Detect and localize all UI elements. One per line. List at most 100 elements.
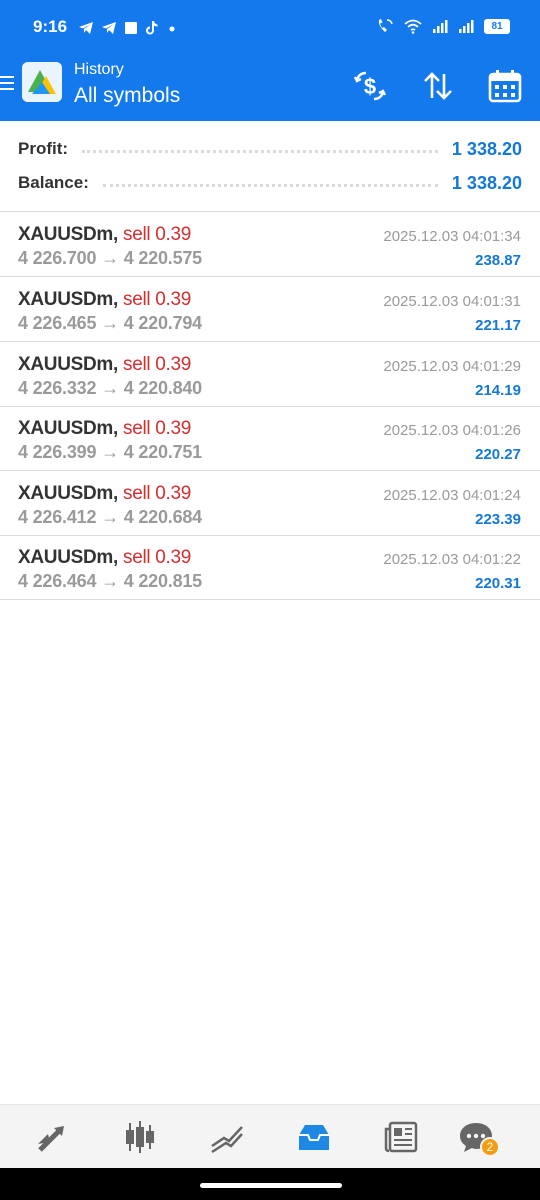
trade-symbol-line: XAUUSDm, sell 0.39: [18, 224, 191, 246]
trade-side: sell 0.39: [123, 418, 192, 439]
dot-icon: [169, 26, 175, 32]
trade-symbol-line: XAUUSDm, sell 0.39: [18, 289, 191, 311]
trade-side: sell 0.39: [123, 483, 192, 504]
balance-row: Balance: 1 338.20: [18, 170, 522, 196]
trade-row[interactable]: XAUUSDm, sell 0.39 4 226.465 → 4 220.794…: [0, 277, 540, 342]
open-price: 4 226.399: [18, 442, 97, 462]
status-bar: 9:16 81: [0, 0, 540, 56]
trade-symbol: XAUUSDm,: [18, 224, 119, 245]
screen-title[interactable]: All symbols: [74, 84, 180, 108]
trade-side: sell 0.39: [123, 289, 192, 310]
trade-prices: 4 226.332 → 4 220.840: [18, 378, 202, 399]
trade-profit: 238.87: [475, 252, 521, 269]
open-price: 4 226.412: [18, 507, 97, 527]
trade-time: 2025.12.03 04:01:22: [383, 551, 521, 568]
trade-prices: 4 226.465 → 4 220.794: [18, 313, 202, 334]
trade-icon[interactable]: [209, 1119, 245, 1155]
balance-value: 1 338.20: [451, 172, 522, 193]
system-navigation-bar: [0, 1168, 540, 1200]
trade-profit: 220.27: [475, 446, 521, 463]
menu-icon[interactable]: [0, 76, 14, 92]
news-icon[interactable]: [383, 1119, 419, 1155]
trade-prices: 4 226.399 → 4 220.751: [18, 442, 202, 463]
open-price: 4 226.464: [18, 571, 97, 591]
system-icons: 81: [376, 18, 510, 34]
close-price: 4 220.794: [123, 313, 202, 333]
battery-indicator: 81: [484, 18, 510, 34]
trade-profit: 220.31: [475, 575, 521, 592]
open-price: 4 226.700: [18, 248, 97, 268]
wifi-icon: [404, 19, 422, 34]
screen-subtitle: History: [74, 61, 124, 78]
trade-side: sell 0.39: [123, 224, 192, 245]
history-summary: Profit: 1 338.20 Balance: 1 338.20: [0, 121, 540, 212]
trade-symbol-line: XAUUSDm, sell 0.39: [18, 483, 191, 505]
trade-profit: 214.19: [475, 382, 521, 399]
sort-icon[interactable]: [420, 68, 456, 104]
trade-symbol: XAUUSDm,: [18, 483, 119, 504]
close-price: 4 220.840: [123, 378, 202, 398]
wifi-calling-icon: [378, 19, 393, 32]
home-gesture-handle[interactable]: [200, 1183, 342, 1188]
trade-profit: 221.17: [475, 317, 521, 334]
price-arrow: →: [101, 378, 119, 398]
trade-symbol: XAUUSDm,: [18, 354, 119, 375]
trade-time: 2025.12.03 04:01:31: [383, 293, 521, 310]
open-price: 4 226.465: [18, 313, 97, 333]
profit-row: Profit: 1 338.20: [18, 136, 522, 162]
bottom-navigation: 2: [0, 1104, 540, 1168]
price-arrow: →: [101, 248, 119, 268]
trade-row[interactable]: XAUUSDm, sell 0.39 4 226.412 → 4 220.684…: [0, 471, 540, 536]
trade-row[interactable]: XAUUSDm, sell 0.39 4 226.464 → 4 220.815…: [0, 535, 540, 600]
trade-symbol-line: XAUUSDm, sell 0.39: [18, 547, 191, 569]
trade-time: 2025.12.03 04:01:26: [383, 422, 521, 439]
telegram-icon: [102, 22, 116, 34]
trade-row[interactable]: XAUUSDm, sell 0.39 4 226.700 → 4 220.575…: [0, 212, 540, 277]
price-arrow: →: [101, 507, 119, 527]
trade-symbol: XAUUSDm,: [18, 289, 119, 310]
trade-time: 2025.12.03 04:01:29: [383, 358, 521, 375]
trade-symbol: XAUUSDm,: [18, 547, 119, 568]
trade-side: sell 0.39: [123, 354, 192, 375]
trade-symbol-line: XAUUSDm, sell 0.39: [18, 354, 191, 376]
close-price: 4 220.684: [123, 507, 202, 527]
trade-prices: 4 226.464 → 4 220.815: [18, 571, 202, 592]
close-price: 4 220.815: [123, 571, 202, 591]
signal-icon: [433, 19, 448, 33]
price-arrow: →: [101, 313, 119, 333]
deposit-withdraw-icon[interactable]: $: [352, 68, 388, 104]
trade-symbol: XAUUSDm,: [18, 418, 119, 439]
close-price: 4 220.575: [123, 248, 202, 268]
trade-profit: 223.39: [475, 511, 521, 528]
trade-side: sell 0.39: [123, 547, 192, 568]
messages-button[interactable]: 2: [458, 1119, 500, 1157]
telegram-icon: [79, 22, 93, 34]
trade-time: 2025.12.03 04:01:24: [383, 487, 521, 504]
quotes-icon[interactable]: [35, 1119, 71, 1155]
price-arrow: →: [101, 442, 119, 462]
app-logo: [22, 62, 62, 102]
open-price: 4 226.332: [18, 378, 97, 398]
price-arrow: →: [101, 571, 119, 591]
app-bar: History All symbols $: [0, 56, 540, 121]
chart-icon[interactable]: [122, 1119, 158, 1155]
close-price: 4 220.751: [123, 442, 202, 462]
profit-label: Profit:: [18, 139, 69, 158]
history-icon[interactable]: [296, 1119, 332, 1155]
dotted-leader: [82, 149, 438, 153]
trade-row[interactable]: XAUUSDm, sell 0.39 4 226.399 → 4 220.751…: [0, 406, 540, 471]
trade-row[interactable]: XAUUSDm, sell 0.39 4 226.332 → 4 220.840…: [0, 342, 540, 407]
trade-symbol-line: XAUUSDm, sell 0.39: [18, 418, 191, 440]
tiktok-icon: [146, 21, 158, 35]
signal-icon: [459, 19, 474, 33]
status-time: 9:16: [33, 17, 68, 36]
calendar-icon[interactable]: [487, 68, 523, 104]
dotted-leader: [102, 183, 438, 187]
trade-time: 2025.12.03 04:01:34: [383, 228, 521, 245]
trade-prices: 4 226.412 → 4 220.684: [18, 507, 202, 528]
profit-value: 1 338.20: [451, 138, 522, 159]
notification-icons: [78, 20, 178, 36]
messages-badge: 2: [480, 1137, 500, 1157]
balance-label: Balance:: [18, 173, 89, 192]
square-app-icon: [125, 22, 137, 34]
